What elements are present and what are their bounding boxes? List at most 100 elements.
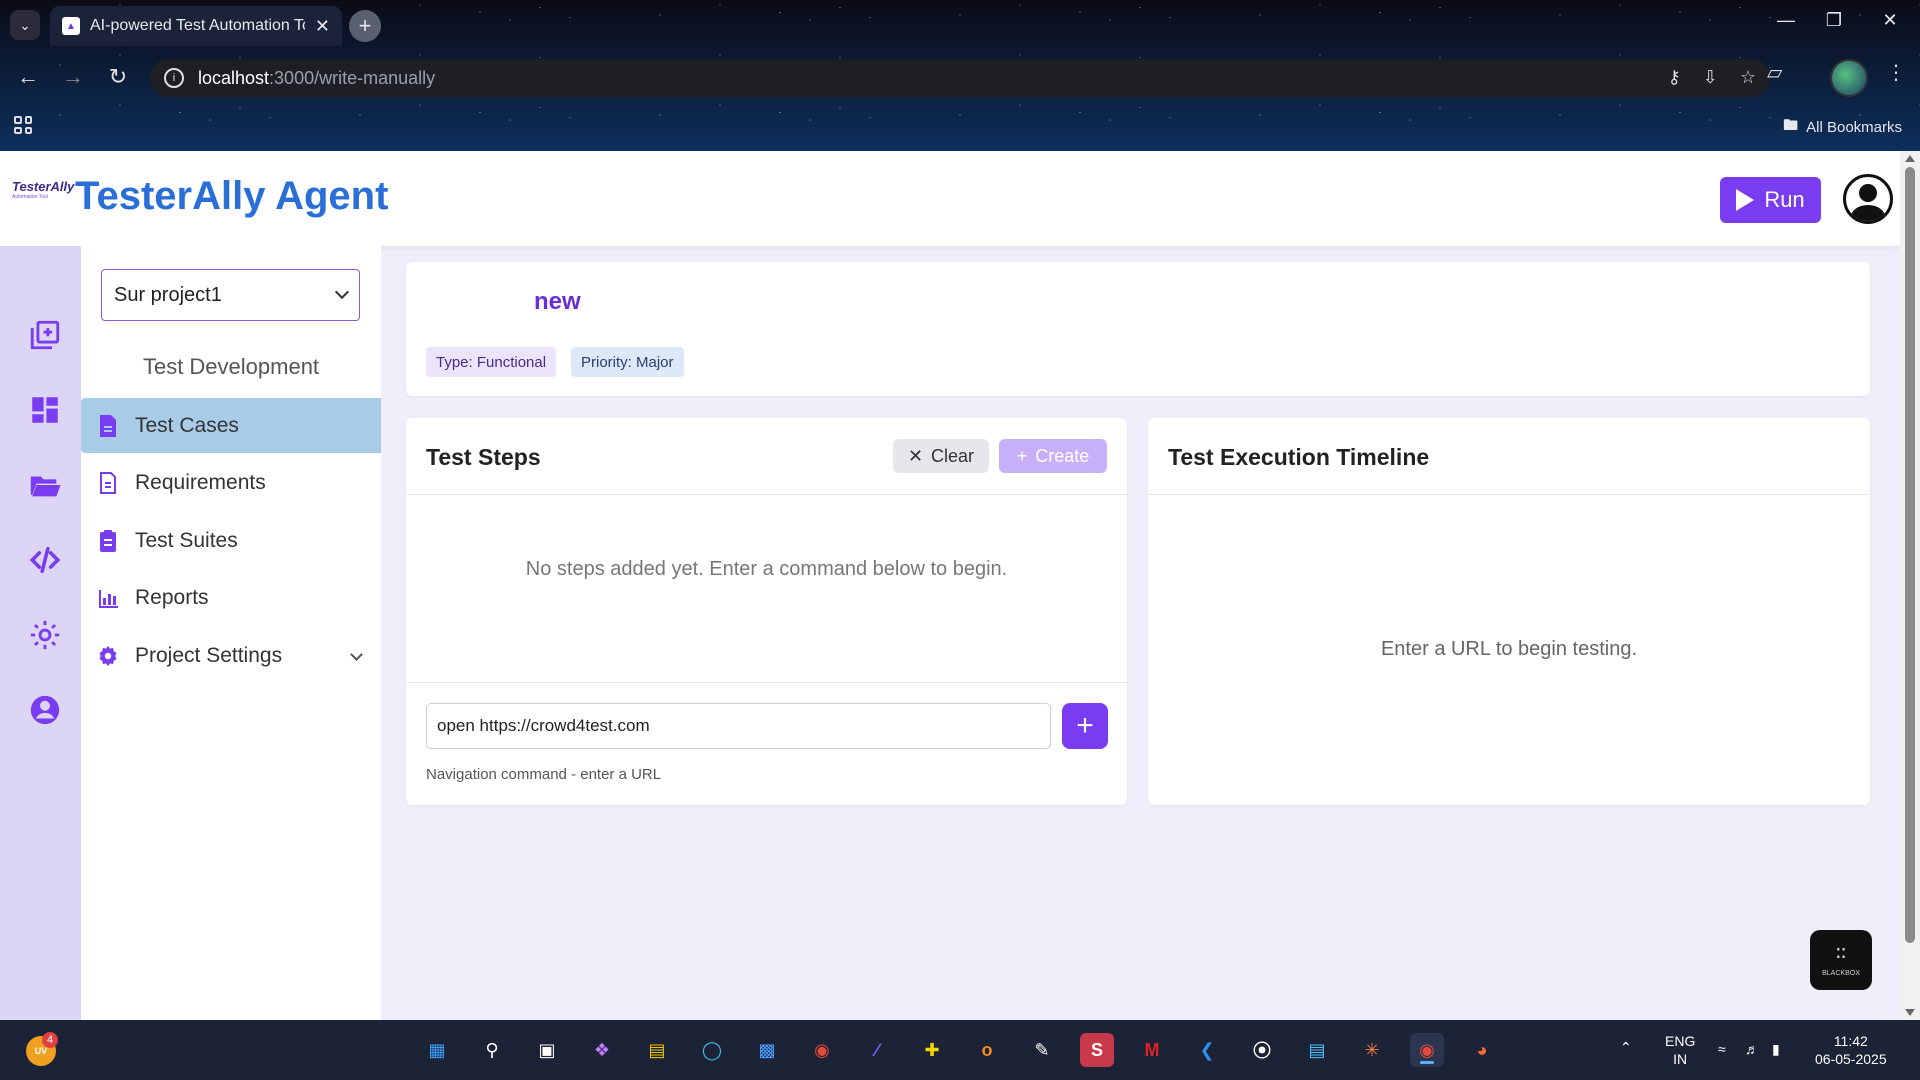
scrollbar-thumb[interactable] [1905,167,1915,943]
close-tab-icon[interactable]: ✕ [315,16,330,37]
app-icon[interactable]: ⦿ [1245,1033,1279,1067]
browser-menu-icon[interactable]: ⋮ [1886,60,1906,85]
icon-rail [0,246,81,1020]
execution-timeline-panel: Test Execution Timeline Enter a URL to b… [1148,418,1870,805]
notification-badge: 4 [42,1032,58,1048]
reload-button[interactable]: ↻ [103,64,133,90]
command-hint: Navigation command - enter a URL [426,766,662,783]
sidebar-item-project-settings[interactable]: Project Settings [81,628,381,683]
app-icon[interactable]: o [970,1033,1004,1067]
clock[interactable]: 11:42 06-05-2025 [1815,1032,1887,1068]
page-scrollbar[interactable] [1900,151,1920,1020]
browser-profile-avatar[interactable] [1830,59,1868,97]
project-select-value: Sur project1 [114,283,222,306]
project-select[interactable]: Sur project1 [101,269,360,321]
install-app-icon[interactable]: ⇩ [1703,67,1718,88]
forward-button[interactable]: → [58,64,88,90]
app-icon[interactable]: ∕ [860,1033,894,1067]
back-button[interactable]: ← [13,64,43,90]
run-label: Run [1764,187,1805,212]
bookmark-star-icon[interactable]: ☆ [1740,67,1756,88]
chart-icon [97,586,119,610]
extensions-icon[interactable]: ▱ [1767,60,1782,85]
app-icon[interactable]: ✳ [1355,1033,1389,1067]
app-logo: TesterAlly Automation Tool [12,179,75,200]
new-tab-button[interactable]: + [349,10,381,42]
windows-start-icon[interactable]: ▦ [420,1033,454,1067]
test-steps-panel: Test Steps ✕ Clear + Create No steps add… [406,418,1127,805]
run-button[interactable]: Run [1720,177,1821,223]
plus-icon: + [1016,445,1028,466]
dashboard-icon[interactable] [28,393,62,427]
language-indicator[interactable]: ENG IN [1665,1032,1695,1068]
add-box-icon[interactable] [28,318,62,352]
divider [406,682,1127,683]
add-step-button[interactable]: + [1062,703,1108,749]
blackbox-widget[interactable]: ∶∶ BLACKBOX [1810,930,1872,990]
play-icon [1736,189,1755,211]
task-view-icon[interactable]: ▣ [530,1033,564,1067]
chrome-icon[interactable]: ◉ [1410,1033,1444,1067]
bookmarks-bar: 🖿 All Bookmarks [0,110,1920,140]
code-icon[interactable] [28,543,62,577]
app-title: TesterAlly Agent [75,174,389,218]
divider [1148,494,1870,495]
scroll-up-icon[interactable] [1905,155,1915,162]
apps-grid-icon[interactable] [14,116,32,134]
all-bookmarks-button[interactable]: 🖿 All Bookmarks [1783,115,1902,140]
notepad-icon[interactable]: ▤ [1300,1033,1334,1067]
tab-title: AI-powered Test Automation To [90,17,305,34]
blackbox-logo-icon: ∶∶ [1835,942,1847,965]
search-icon[interactable]: ⚲ [475,1033,509,1067]
sidebar-item-reports[interactable]: Reports [81,570,381,625]
app-icon[interactable]: S [1080,1033,1114,1067]
file-explorer-icon[interactable]: ▤ [640,1033,674,1067]
test-steps-title: Test Steps [426,444,541,470]
close-icon: ✕ [907,445,924,466]
chevron-up-icon[interactable]: ⌃ [1620,1038,1632,1056]
url-path: :3000/write-manually [269,67,436,88]
settings-icon[interactable] [28,618,62,652]
sidebar-item-test-cases[interactable]: Test Cases [81,398,381,453]
close-window-button[interactable]: ✕ [1870,10,1910,31]
create-button[interactable]: + Create [999,439,1107,473]
chrome-icon[interactable]: ◉ [805,1033,839,1067]
sidebar-item-requirements[interactable]: Requirements [81,455,381,510]
site-info-icon[interactable]: i [164,68,184,88]
store-icon[interactable]: ▩ [750,1033,784,1067]
battery-icon[interactable]: ▮ [1772,1040,1780,1058]
folder-open-icon[interactable] [28,468,62,502]
chevron-down-icon [334,284,350,300]
app-icon[interactable]: ✎ [1025,1033,1059,1067]
scroll-down-icon[interactable] [1905,1009,1915,1016]
plus-icon: + [1076,709,1094,742]
tab-favicon-icon: ▲ [62,17,80,35]
browser-tab[interactable]: ▲ AI-powered Test Automation To ✕ [50,6,342,46]
test-case-name[interactable]: new [534,288,581,316]
user-avatar[interactable] [1843,174,1893,224]
tab-search-button[interactable]: ⌄ [10,10,40,40]
gear-icon [97,644,119,668]
command-input[interactable] [426,703,1051,749]
folder-icon: 🖿 [1783,117,1799,134]
mcafee-icon[interactable]: M [1135,1033,1169,1067]
edge-icon[interactable]: ◯ [695,1033,729,1067]
clear-button[interactable]: ✕ Clear [893,439,989,473]
document-icon [97,471,119,495]
account-icon[interactable] [28,693,62,727]
app-header: TesterAlly Automation Tool TesterAlly Ag… [0,151,1900,246]
chevron-down-icon[interactable] [350,648,363,661]
app-icon[interactable]: ◕ [1465,1033,1499,1067]
sidebar-item-test-suites[interactable]: Test Suites [81,513,381,568]
address-bar[interactable]: i localhost:3000/write-manually ⚷ ⇩ ☆ [150,59,1770,97]
file-icon [97,414,119,438]
wifi-icon[interactable]: ≈ [1718,1040,1726,1058]
copilot-icon[interactable]: ❖ [585,1033,619,1067]
sidebar-item-label: Test Cases [135,413,239,437]
app-icon[interactable]: ✚ [915,1033,949,1067]
vscode-icon[interactable]: ❮ [1190,1033,1224,1067]
restore-button[interactable]: ❐ [1814,10,1854,31]
minimize-button[interactable]: — [1766,10,1806,31]
password-key-icon[interactable]: ⚷ [1668,67,1681,88]
volume-icon[interactable]: ♬ [1745,1040,1759,1058]
